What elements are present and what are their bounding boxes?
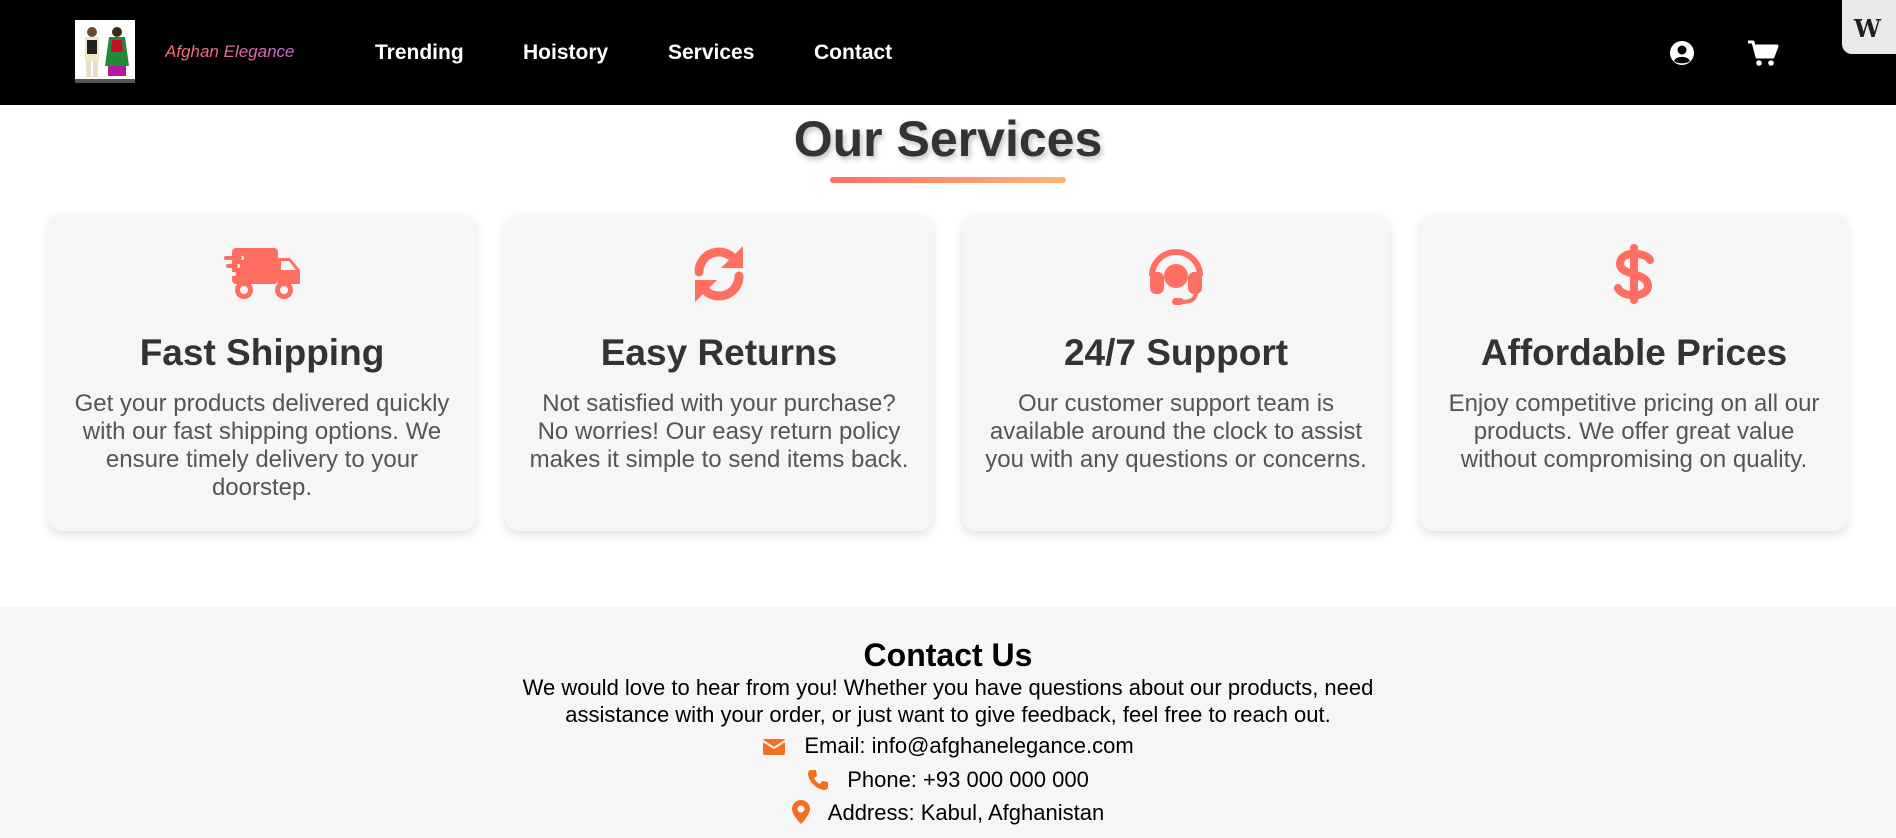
- card-text: Enjoy competitive pricing on all our pro…: [1448, 390, 1820, 473]
- card-title: Affordable Prices: [1480, 332, 1788, 373]
- card-text: Get your products delivered quickly with…: [74, 390, 450, 501]
- title-underline: [830, 177, 1066, 183]
- nav-link-services[interactable]: Services: [668, 41, 754, 65]
- service-card-support: 24/7 Support Our customer support team i…: [962, 214, 1390, 531]
- extension-badge[interactable]: W: [1842, 0, 1896, 54]
- dollar-sign-icon: [1420, 242, 1848, 312]
- card-title: 24/7 Support: [1063, 332, 1289, 373]
- card-title: Fast Shipping: [139, 332, 385, 373]
- services-title: Our Services: [793, 111, 1103, 167]
- contact-address: Address: Kabul, Afghanistan: [827, 800, 1105, 825]
- contact-phone-row: Phone: +93 000 000 000: [0, 767, 1896, 797]
- nav-link-trending[interactable]: Trending: [375, 41, 464, 65]
- contact-address-row: Address: Kabul, Afghanistan: [0, 800, 1896, 830]
- service-card-affordable-prices: Affordable Prices Enjoy competitive pric…: [1420, 214, 1848, 531]
- envelope-icon: [762, 737, 786, 763]
- card-title: Easy Returns: [600, 332, 838, 373]
- map-marker-icon: [791, 800, 810, 830]
- nav-link-contact[interactable]: Contact: [814, 41, 892, 65]
- service-card-easy-returns: Easy Returns Not satisfied with your pur…: [505, 214, 933, 531]
- contact-email-row: Email: info@afghanelegance.com: [0, 733, 1896, 763]
- phone-icon: [807, 769, 829, 797]
- nav-link-history[interactable]: Hoistory: [523, 41, 608, 65]
- contact-text: We would love to hear from you! Whether …: [522, 675, 1374, 727]
- shopping-cart-icon[interactable]: [1746, 38, 1780, 68]
- service-card-fast-shipping: Fast Shipping Get your products delivere…: [48, 214, 476, 531]
- contact-section: Contact Us We would love to hear from yo…: [0, 607, 1896, 838]
- sync-icon: [505, 242, 933, 312]
- brand-name[interactable]: Afghan Elegance: [165, 42, 295, 62]
- user-circle-icon[interactable]: [1667, 38, 1697, 68]
- contact-email[interactable]: Email: info@afghanelegance.com: [804, 733, 1133, 758]
- card-text: Our customer support team is available a…: [985, 390, 1367, 473]
- navbar: Afghan Elegance Trending Hoistory Servic…: [0, 0, 1896, 105]
- badge-letter: W: [1854, 14, 1881, 43]
- headset-icon: [962, 242, 1390, 312]
- truck-fast-icon: [48, 242, 476, 312]
- logo-image[interactable]: [75, 20, 135, 83]
- contact-phone[interactable]: Phone: +93 000 000 000: [847, 767, 1089, 792]
- contact-title: Contact Us: [863, 637, 1033, 673]
- card-text: Not satisfied with your purchase? No wor…: [529, 390, 909, 473]
